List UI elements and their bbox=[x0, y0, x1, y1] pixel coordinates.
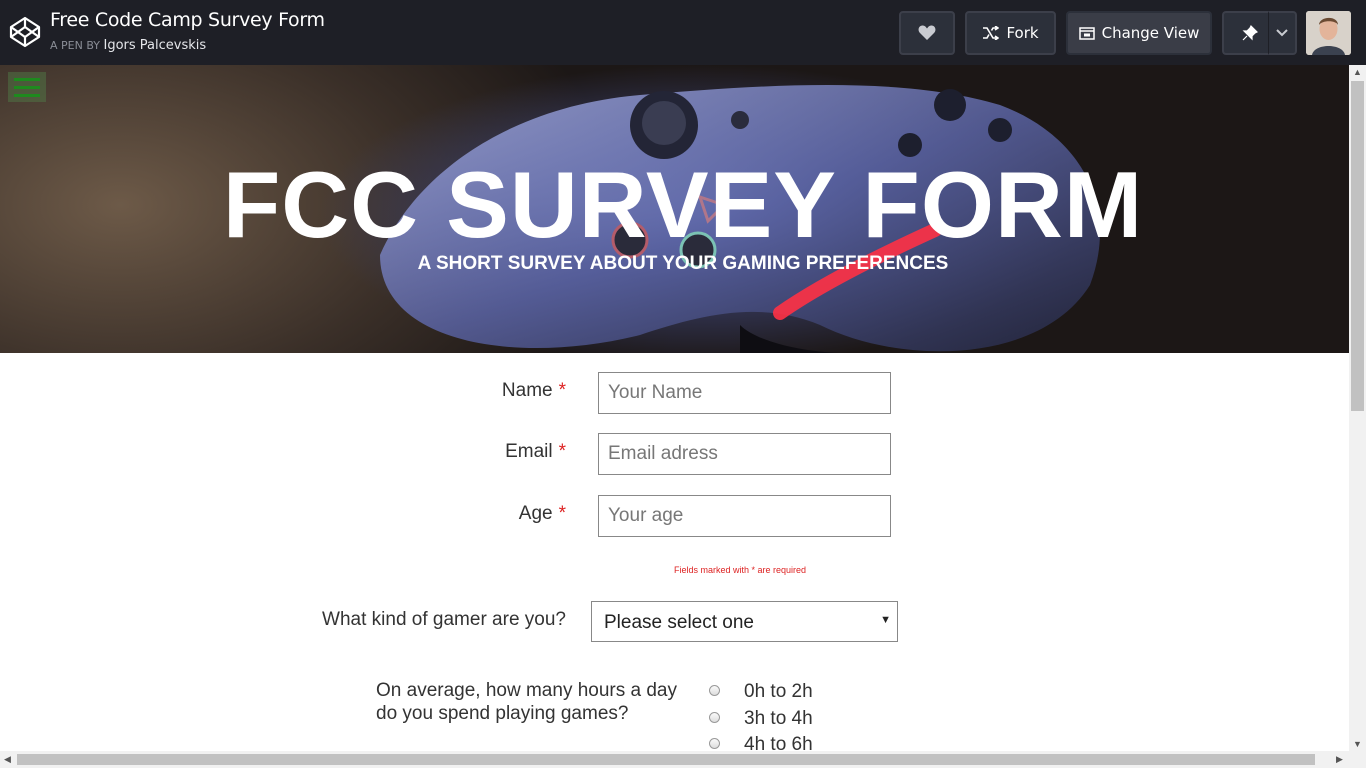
name-label-text: Name bbox=[501, 380, 553, 401]
fork-label: Fork bbox=[1006, 24, 1039, 42]
hero-banner: FCC SURVEY FORM A SHORT SURVEY ABOUT YOU… bbox=[0, 65, 1349, 353]
vertical-scrollbar[interactable]: ▲ ▼ bbox=[1349, 65, 1366, 751]
required-fields-note: Fields marked with * are required bbox=[674, 565, 807, 575]
hours-question-line2: do you spend playing games? bbox=[376, 703, 629, 724]
pen-title: Free Code Camp Survey Form bbox=[50, 9, 325, 31]
hours-option-label: 0h to 2h bbox=[744, 681, 813, 702]
email-label: Email * bbox=[380, 441, 566, 463]
codepen-header: Free Code Camp Survey Form A PEN BY Igor… bbox=[0, 0, 1366, 65]
horizontal-scroll-thumb[interactable] bbox=[17, 754, 1315, 765]
email-input[interactable] bbox=[598, 433, 891, 475]
gamer-type-select[interactable]: Please select one ▼ bbox=[591, 601, 898, 642]
required-marker: * bbox=[558, 503, 566, 524]
hours-radio-4-6[interactable] bbox=[709, 738, 720, 749]
horizontal-scrollbar[interactable]: ◀ ▶ bbox=[0, 751, 1366, 768]
like-button[interactable] bbox=[899, 11, 955, 55]
scroll-down-arrow-icon[interactable]: ▼ bbox=[1353, 739, 1362, 749]
hours-radio-3-4[interactable] bbox=[709, 712, 720, 723]
pen-author-link[interactable]: Igors Palcevskis bbox=[104, 38, 207, 53]
name-label: Name * bbox=[380, 380, 566, 402]
chevron-down-icon bbox=[1276, 29, 1288, 37]
age-label-text: Age bbox=[518, 503, 553, 524]
email-label-text: Email bbox=[505, 441, 553, 462]
required-marker: * bbox=[558, 441, 566, 462]
gamer-type-selected-value: Please select one bbox=[604, 612, 754, 633]
hours-option-label: 3h to 4h bbox=[744, 708, 813, 729]
scroll-up-arrow-icon[interactable]: ▲ bbox=[1353, 67, 1362, 77]
user-avatar[interactable] bbox=[1306, 11, 1351, 55]
codepen-logo-icon[interactable] bbox=[9, 16, 41, 48]
change-view-icon bbox=[1078, 26, 1095, 40]
age-input[interactable] bbox=[598, 495, 891, 537]
name-input[interactable] bbox=[598, 372, 891, 414]
required-marker: * bbox=[558, 380, 566, 401]
change-view-button[interactable]: Change View bbox=[1066, 11, 1212, 55]
page-subtitle: A SHORT SURVEY ABOUT YOUR GAMING PREFERE… bbox=[417, 253, 949, 274]
hours-question-line1: On average, how many hours a day bbox=[376, 680, 678, 701]
vertical-scroll-thumb[interactable] bbox=[1351, 81, 1364, 411]
heart-icon bbox=[918, 25, 936, 40]
pin-icon bbox=[1242, 25, 1258, 41]
gamer-type-label: What kind of gamer are you? bbox=[322, 609, 566, 630]
hamburger-menu-icon[interactable] bbox=[8, 72, 46, 102]
hours-question-label: On average, how many hours a day do you … bbox=[376, 679, 696, 725]
scroll-right-arrow-icon[interactable]: ▶ bbox=[1336, 754, 1343, 765]
change-view-label: Change View bbox=[1101, 24, 1200, 42]
age-label: Age * bbox=[380, 503, 566, 525]
fork-button[interactable]: Fork bbox=[965, 11, 1056, 55]
page-title: FCC SURVEY FORM bbox=[222, 152, 1144, 257]
pen-byline: A PEN BY Igors Palcevskis bbox=[50, 38, 206, 53]
fork-icon bbox=[983, 26, 1000, 40]
scroll-left-arrow-icon[interactable]: ◀ bbox=[4, 754, 11, 765]
pin-dropdown-button[interactable] bbox=[1268, 11, 1297, 55]
hours-radio-0-2[interactable] bbox=[709, 685, 720, 696]
select-arrow-icon: ▼ bbox=[880, 614, 891, 626]
pen-by-prefix: A PEN BY bbox=[50, 39, 100, 52]
